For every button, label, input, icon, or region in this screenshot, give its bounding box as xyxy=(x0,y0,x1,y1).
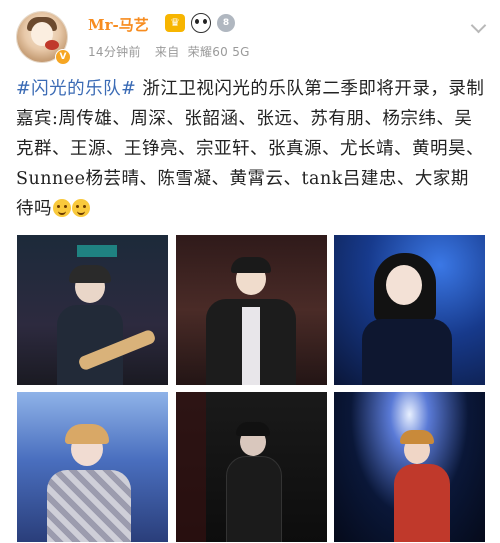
photo-1[interactable] xyxy=(17,235,168,385)
photo-4[interactable] xyxy=(17,392,168,542)
user-badges: ♛ 8 xyxy=(165,13,235,33)
post-body: 浙江卫视闪光的乐队第二季即将开录，录制嘉宾:周传雄、周深、张韶涵、张远、苏有朋、… xyxy=(16,79,485,219)
panda-badge-icon[interactable] xyxy=(191,13,211,33)
username[interactable]: Mr-马艺 xyxy=(88,14,149,35)
post-meta: 14分钟前 来自 荣耀60 5G xyxy=(88,43,260,60)
photo-6[interactable] xyxy=(334,392,485,542)
source-label: 来自 xyxy=(154,45,180,59)
photo-3[interactable] xyxy=(334,235,485,385)
hashtag-link[interactable]: #闪光的乐队# xyxy=(16,79,136,99)
avatar-bird xyxy=(45,40,59,50)
level-medal-icon[interactable]: 8 xyxy=(217,14,235,32)
crown-badge-icon[interactable]: ♛ xyxy=(165,14,185,32)
verified-badge: V xyxy=(55,49,71,65)
photo-2[interactable] xyxy=(176,235,327,385)
post-time: 14分钟前 xyxy=(88,45,141,59)
laughing-emoji-icon xyxy=(72,199,90,217)
device-name[interactable]: 荣耀60 5G xyxy=(188,45,250,59)
post-text: #闪光的乐队# 浙江卫视闪光的乐队第二季即将开录，录制嘉宾:周传雄、周深、张韶涵… xyxy=(16,74,486,224)
chevron-down-icon[interactable] xyxy=(470,17,487,34)
photo-5[interactable] xyxy=(176,392,327,542)
crying-emoji-icon xyxy=(53,199,71,217)
